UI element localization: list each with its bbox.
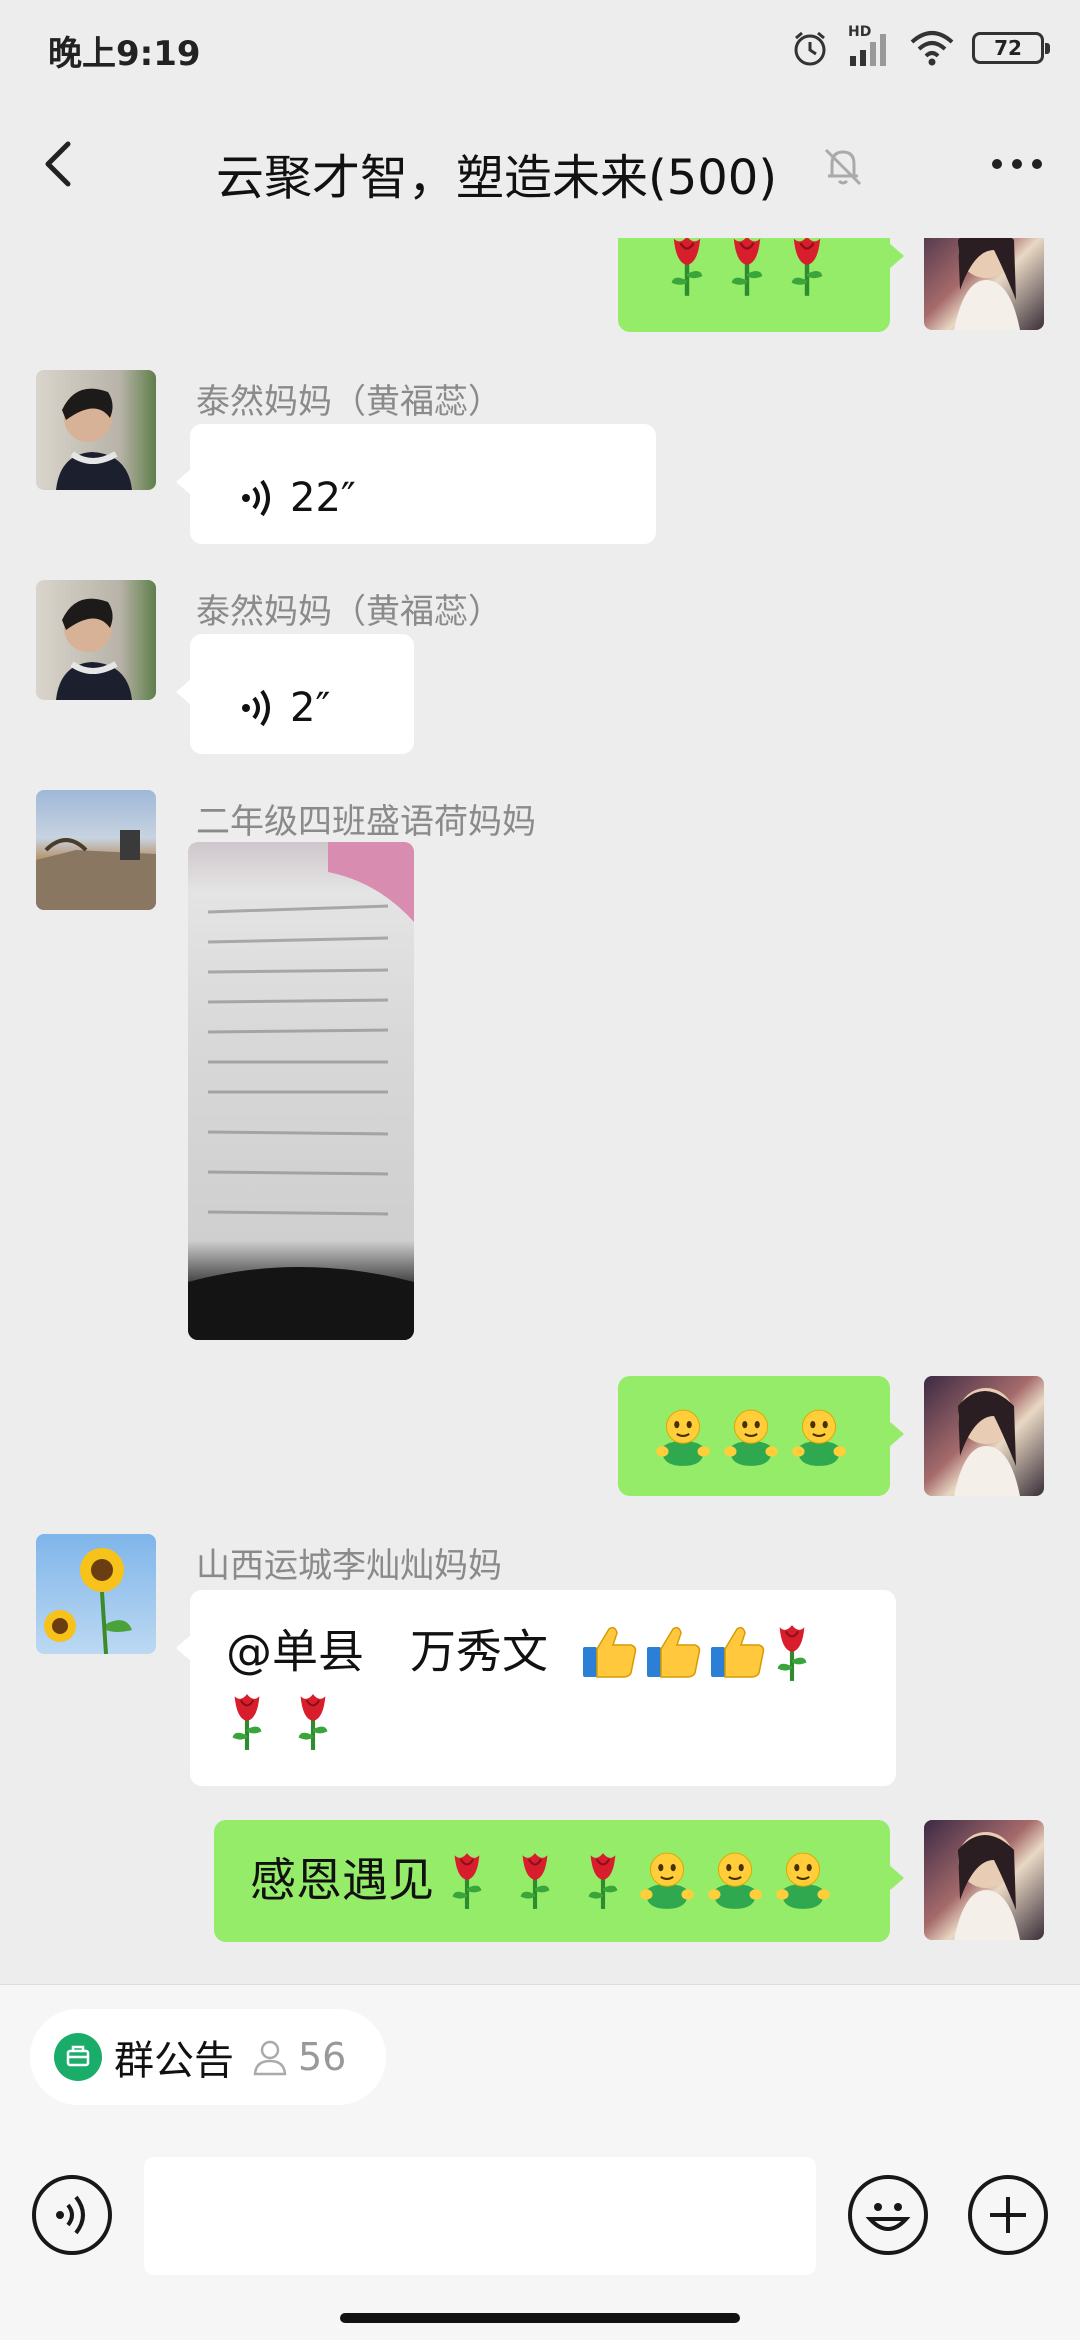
- sender-name: 二年级四班盛语荷妈妈: [196, 802, 536, 842]
- input-bar: [0, 2151, 1080, 2281]
- voice-duration: 2″: [290, 685, 331, 731]
- emoji-button[interactable]: [848, 2175, 928, 2255]
- sender-name: 泰然妈妈（黄福蕊）: [196, 592, 502, 632]
- voice-duration: 22″: [290, 475, 356, 521]
- message-bubble[interactable]: [618, 1376, 904, 1496]
- chevron-left-icon[interactable]: [28, 132, 92, 196]
- avatar-image: [36, 830, 156, 910]
- message-input[interactable]: [144, 2157, 816, 2275]
- rose-emoji: [784, 238, 830, 298]
- thumbs-up-emoji: [707, 1621, 767, 1681]
- hug-emoji: [788, 1406, 850, 1468]
- emoji-row: [226, 1690, 876, 1752]
- sender-avatar[interactable]: [36, 1534, 156, 1654]
- more-dots-icon[interactable]: [982, 134, 1052, 194]
- chat-title: 云聚才智，塑造未来(500): [216, 150, 778, 206]
- plus-icon: [990, 2197, 1026, 2233]
- wifi-icon: [910, 31, 954, 66]
- status-bar: 晚上9:19 HD 72: [0, 0, 1080, 96]
- my-avatar[interactable]: [924, 1376, 1044, 1496]
- chat-screen: 晚上9:19 HD 72 云聚才智，塑造未来(500) 泰然妈妈（黄福蕊） 22…: [0, 0, 1080, 2340]
- voice-content: 2″: [240, 676, 330, 740]
- avatar-image: [954, 1832, 1020, 1940]
- sender-avatar[interactable]: [36, 370, 156, 490]
- rose-emoji: [582, 1849, 624, 1911]
- my-avatar[interactable]: [924, 1820, 1044, 1940]
- signal-icon: [850, 34, 886, 66]
- rose-emoji: [771, 1621, 813, 1683]
- voice-message-bubble[interactable]: 2″: [176, 634, 414, 754]
- sender-avatar[interactable]: [36, 790, 156, 910]
- voice-content: 22″: [240, 466, 356, 530]
- my-avatar[interactable]: [924, 238, 1044, 330]
- thumbs-up-emoji: [643, 1621, 703, 1681]
- sender-name: 泰然妈妈（黄福蕊）: [196, 382, 502, 422]
- rose-emoji: [292, 1690, 334, 1752]
- rose-emoji: [226, 1690, 268, 1752]
- message-content: 感恩遇见: [250, 1848, 834, 1912]
- avatar-image: [56, 388, 132, 490]
- text-message-bubble[interactable]: @单县 万秀文: [176, 1590, 896, 1786]
- rose-emoji: [446, 1849, 488, 1911]
- member-count: 56: [298, 2035, 347, 2079]
- battery-level: 72: [994, 36, 1022, 60]
- hug-emoji: [652, 1406, 714, 1468]
- message-text: @单县 万秀文: [226, 1624, 548, 1679]
- smiley-icon: [865, 2203, 911, 2231]
- group-notice-button[interactable]: 群公告 56: [30, 2009, 386, 2105]
- rose-emoji: [724, 238, 770, 298]
- voice-message-bubble[interactable]: 22″: [176, 424, 656, 544]
- bell-off-icon: [824, 148, 862, 186]
- photo-content: [188, 842, 414, 1340]
- alarm-icon: [794, 31, 826, 66]
- rose-emoji: [664, 238, 710, 298]
- emoji-row: [579, 1621, 813, 1683]
- message-list[interactable]: 泰然妈妈（黄福蕊） 22″ 泰然妈妈（黄福蕊） 2″ 二年级四班盛语荷妈妈 山西…: [0, 238, 1080, 1984]
- signal-indicator: HD: [848, 24, 892, 68]
- notice-label: 群公告: [114, 2038, 234, 2084]
- rose-emoji: [514, 1849, 556, 1911]
- avatar-image: [56, 598, 132, 700]
- person-icon: [253, 2040, 287, 2076]
- avatar-image: [954, 1388, 1020, 1496]
- more-functions-button[interactable]: [968, 2175, 1048, 2255]
- voice-icon: [56, 2195, 85, 2235]
- battery-indicator: 72: [972, 32, 1050, 64]
- status-icons: HD 72: [790, 24, 1050, 72]
- emoji-row: [664, 238, 830, 298]
- hug-emoji: [720, 1406, 782, 1468]
- avatar-image: [954, 238, 1020, 330]
- hug-emoji: [636, 1849, 698, 1911]
- message-text: 感恩遇见: [250, 1853, 434, 1907]
- sender-name: 山西运城李灿灿妈妈: [196, 1546, 502, 1586]
- avatar-image: [44, 1548, 132, 1654]
- message-content: @单县 万秀文: [226, 1616, 876, 1752]
- status-time: 晚上9:19: [48, 34, 201, 74]
- hug-emoji: [772, 1849, 834, 1911]
- chat-header: 云聚才智，塑造未来(500): [0, 96, 1080, 238]
- voice-input-button[interactable]: [32, 2175, 112, 2255]
- thumbs-up-emoji: [579, 1621, 639, 1681]
- notice-icon: [54, 2033, 102, 2081]
- sender-avatar[interactable]: [36, 580, 156, 700]
- message-bubble[interactable]: [618, 238, 904, 332]
- text-message-bubble[interactable]: 感恩遇见: [214, 1820, 904, 1942]
- hug-emoji: [704, 1849, 766, 1911]
- bottom-panel: 群公告 56: [0, 1984, 1080, 2340]
- emoji-row: [652, 1406, 850, 1468]
- voice-wave-icon: [242, 479, 270, 517]
- image-message[interactable]: [188, 842, 414, 1340]
- home-indicator[interactable]: [340, 2313, 740, 2323]
- voice-wave-icon: [242, 689, 270, 727]
